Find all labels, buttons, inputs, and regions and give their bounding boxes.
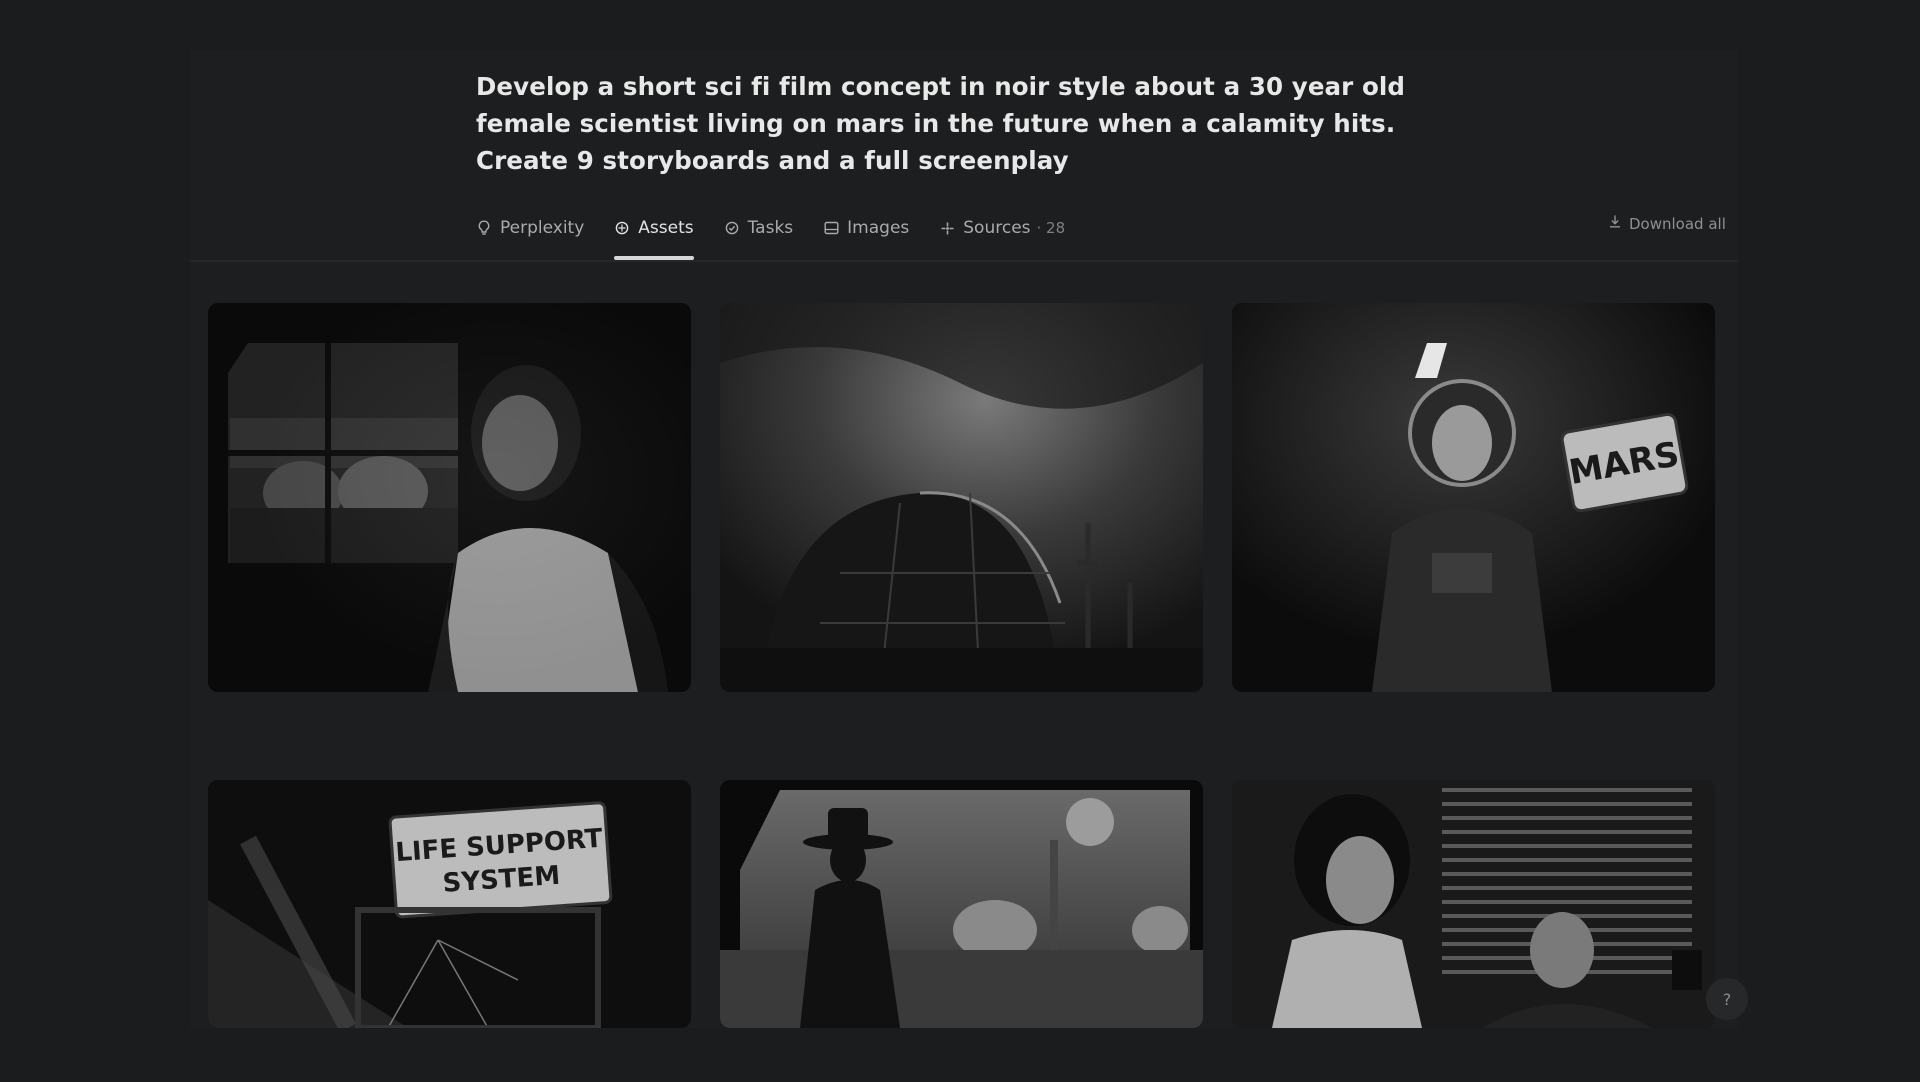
assets-icon <box>614 220 630 236</box>
sources-count: · 28 <box>1036 219 1066 237</box>
bottom-band <box>0 1028 1920 1082</box>
life-support-system-illustration: LIFE SUPPORT SYSTEM <box>208 780 691 1028</box>
tab-perplexity[interactable]: Perplexity <box>476 208 584 248</box>
storyboard-image-1[interactable] <box>208 303 691 692</box>
tab-assets[interactable]: Assets <box>614 208 694 260</box>
tab-tasks[interactable]: Tasks <box>724 208 794 248</box>
query-line: Develop a short sci fi film concept in n… <box>476 72 1406 101</box>
download-all-button[interactable]: Download all <box>1608 214 1726 233</box>
image-icon <box>823 220 839 236</box>
tabs-divider <box>190 260 1738 262</box>
silhouette-fedora-colony-illustration <box>720 780 1203 1028</box>
query-text: Develop a short sci fi film concept in n… <box>476 68 1406 179</box>
tab-label: Perplexity <box>500 218 585 238</box>
query-line: Create 9 storyboards and a full screenpl… <box>476 146 1069 175</box>
query-line: female scientist living on mars in the f… <box>476 109 1396 138</box>
life-support-sign: LIFE SUPPORT SYSTEM <box>388 801 613 919</box>
storyboard-image-2[interactable] <box>720 303 1203 692</box>
tab-label: Tasks <box>747 218 794 238</box>
tab-bar: Perplexity Assets Tasks Images Sources ·… <box>476 208 1095 260</box>
lightbulb-icon <box>476 220 492 236</box>
storyboard-image-3[interactable]: MARS <box>1232 303 1715 692</box>
storyboard-image-6[interactable] <box>1232 780 1715 1028</box>
tab-label: Images <box>847 218 910 238</box>
tab-label: Assets <box>638 218 694 238</box>
download-icon <box>1608 214 1622 233</box>
tab-images[interactable]: Images <box>823 208 909 248</box>
sources-icon <box>939 220 955 236</box>
check-circle-icon <box>724 220 740 236</box>
help-label: ? <box>1722 989 1732 1009</box>
astronaut-mars-sign-illustration: MARS <box>1232 303 1715 692</box>
storyboard-image-5[interactable] <box>720 780 1203 1028</box>
download-all-label: Download all <box>1629 214 1726 233</box>
storyboard-image-4[interactable]: LIFE SUPPORT SYSTEM <box>208 780 691 1028</box>
tab-label: Sources <box>963 218 1031 238</box>
dome-storm-illustration <box>720 303 1203 692</box>
page: Develop a short sci fi film concept in n… <box>0 0 1920 1082</box>
woman-man-interrogation-illustration <box>1232 780 1715 1028</box>
scientist-window-habitat-illustration <box>208 303 691 692</box>
help-button[interactable]: ? <box>1706 978 1748 1020</box>
tab-sources[interactable]: Sources · 28 <box>939 208 1065 248</box>
